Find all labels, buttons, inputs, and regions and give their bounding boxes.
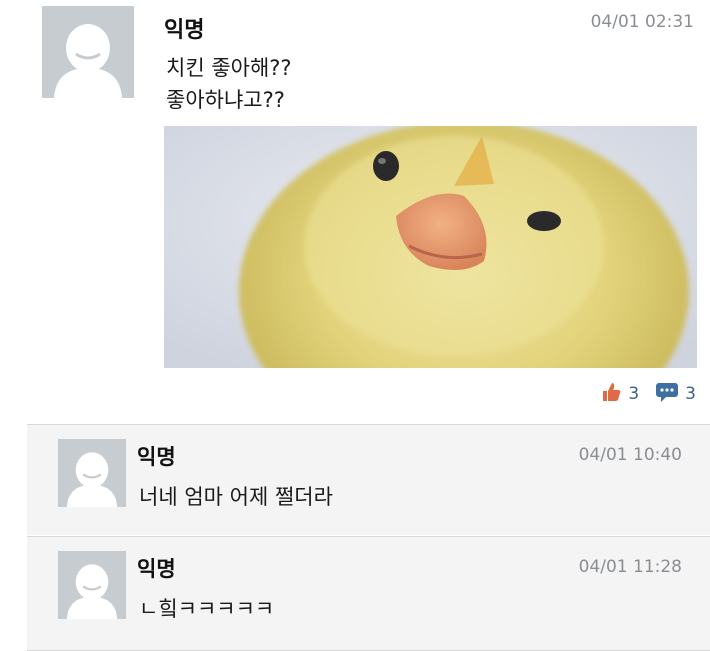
comment-count: 3 xyxy=(685,384,696,404)
comment-item: 익명 04/01 11:28 ㄴ힠ㅋㅋㅋㅋㅋ xyxy=(27,536,710,651)
default-avatar-icon xyxy=(58,551,126,619)
post-body: 치킨 좋아해?? 좋아하냐고?? xyxy=(166,52,292,116)
post-image[interactable] xyxy=(164,126,697,368)
default-avatar-icon xyxy=(58,439,126,507)
comment-timestamp: 04/01 10:40 xyxy=(578,445,682,465)
avatar[interactable] xyxy=(58,551,126,619)
like-count: 3 xyxy=(628,384,640,404)
comment-text: 너네 엄마 어제 쩔더라 xyxy=(139,485,333,509)
post-author: 익명 xyxy=(164,18,205,43)
default-avatar-icon xyxy=(42,6,134,98)
chick-photo-icon xyxy=(164,126,697,368)
post-card: 익명 04/01 02:31 치킨 좋아해?? 좋아하냐고?? 3 3 xyxy=(0,0,710,420)
speech-bubble-icon[interactable] xyxy=(655,382,679,407)
comment-author: 익명 xyxy=(137,445,176,469)
thumbs-up-icon[interactable] xyxy=(600,381,622,408)
post-stats: 3 3 xyxy=(600,380,696,408)
comment-item: 익명 04/01 10:40 너네 엄마 어제 쩔더라 xyxy=(27,424,710,535)
post-line: 치킨 좋아해?? xyxy=(166,56,292,80)
post-timestamp: 04/01 02:31 xyxy=(590,12,694,32)
avatar[interactable] xyxy=(42,6,134,98)
avatar[interactable] xyxy=(58,439,126,507)
comment-author: 익명 xyxy=(137,557,176,581)
comment-timestamp: 04/01 11:28 xyxy=(578,557,682,577)
comment-text: ㄴ힠ㅋㅋㅋㅋㅋ xyxy=(139,597,275,621)
post-line: 좋아하냐고?? xyxy=(166,88,285,112)
